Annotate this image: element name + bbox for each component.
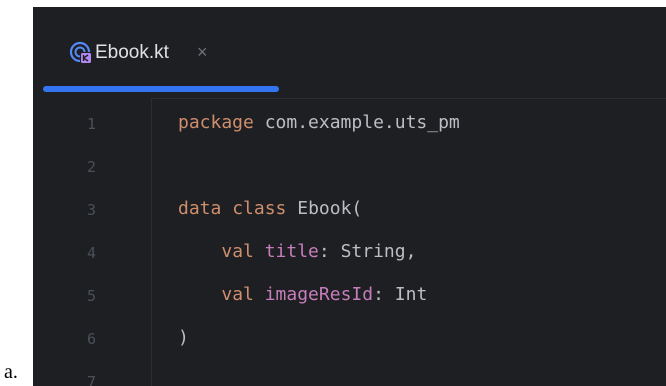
keyword-token: val [221,241,254,262]
code-token: com.example.uts_pm [253,112,460,133]
keyword-token: package [178,112,254,133]
code-line-6: ) [178,327,189,348]
property-token: imageResId [253,284,374,305]
code-area[interactable]: package com.example.uts_pm data class Eb… [151,98,666,386]
code-editor: Ebook.kt × 1 2 3 4 5 6 7 package com.exa… [33,7,666,386]
code-token: : String, [318,241,417,262]
figure-label: a. [4,361,18,383]
active-tab-indicator [43,86,279,92]
property-token: title [253,241,319,262]
code-line-3: data class Ebook( [178,198,362,219]
line-number: 5 [87,287,97,305]
close-icon[interactable]: × [197,42,208,63]
code-line-1: package com.example.uts_pm [178,112,460,133]
line-number: 2 [87,158,97,176]
tab-ebook-kt[interactable]: Ebook.kt × [43,33,279,92]
code-line-5: val imageResId: Int [178,284,427,305]
kotlin-class-file-icon [69,41,92,64]
code-token: : Int [373,284,428,305]
line-number-gutter: 1 2 3 4 5 6 7 [33,98,151,386]
keyword-token: val [221,284,254,305]
line-number: 6 [87,330,97,348]
editor-tab-bar: Ebook.kt × [33,7,666,99]
line-number: 3 [87,201,97,219]
code-line-4: val title: String, [178,241,416,262]
line-number: 1 [87,115,97,133]
code-token: Ebook( [286,198,363,219]
line-number: 4 [87,244,97,262]
line-number: 7 [87,373,97,386]
code-token: ) [178,327,189,348]
keyword-token: data [178,198,222,219]
keyword-token: class [221,198,287,219]
tab-label: Ebook.kt [95,42,169,63]
